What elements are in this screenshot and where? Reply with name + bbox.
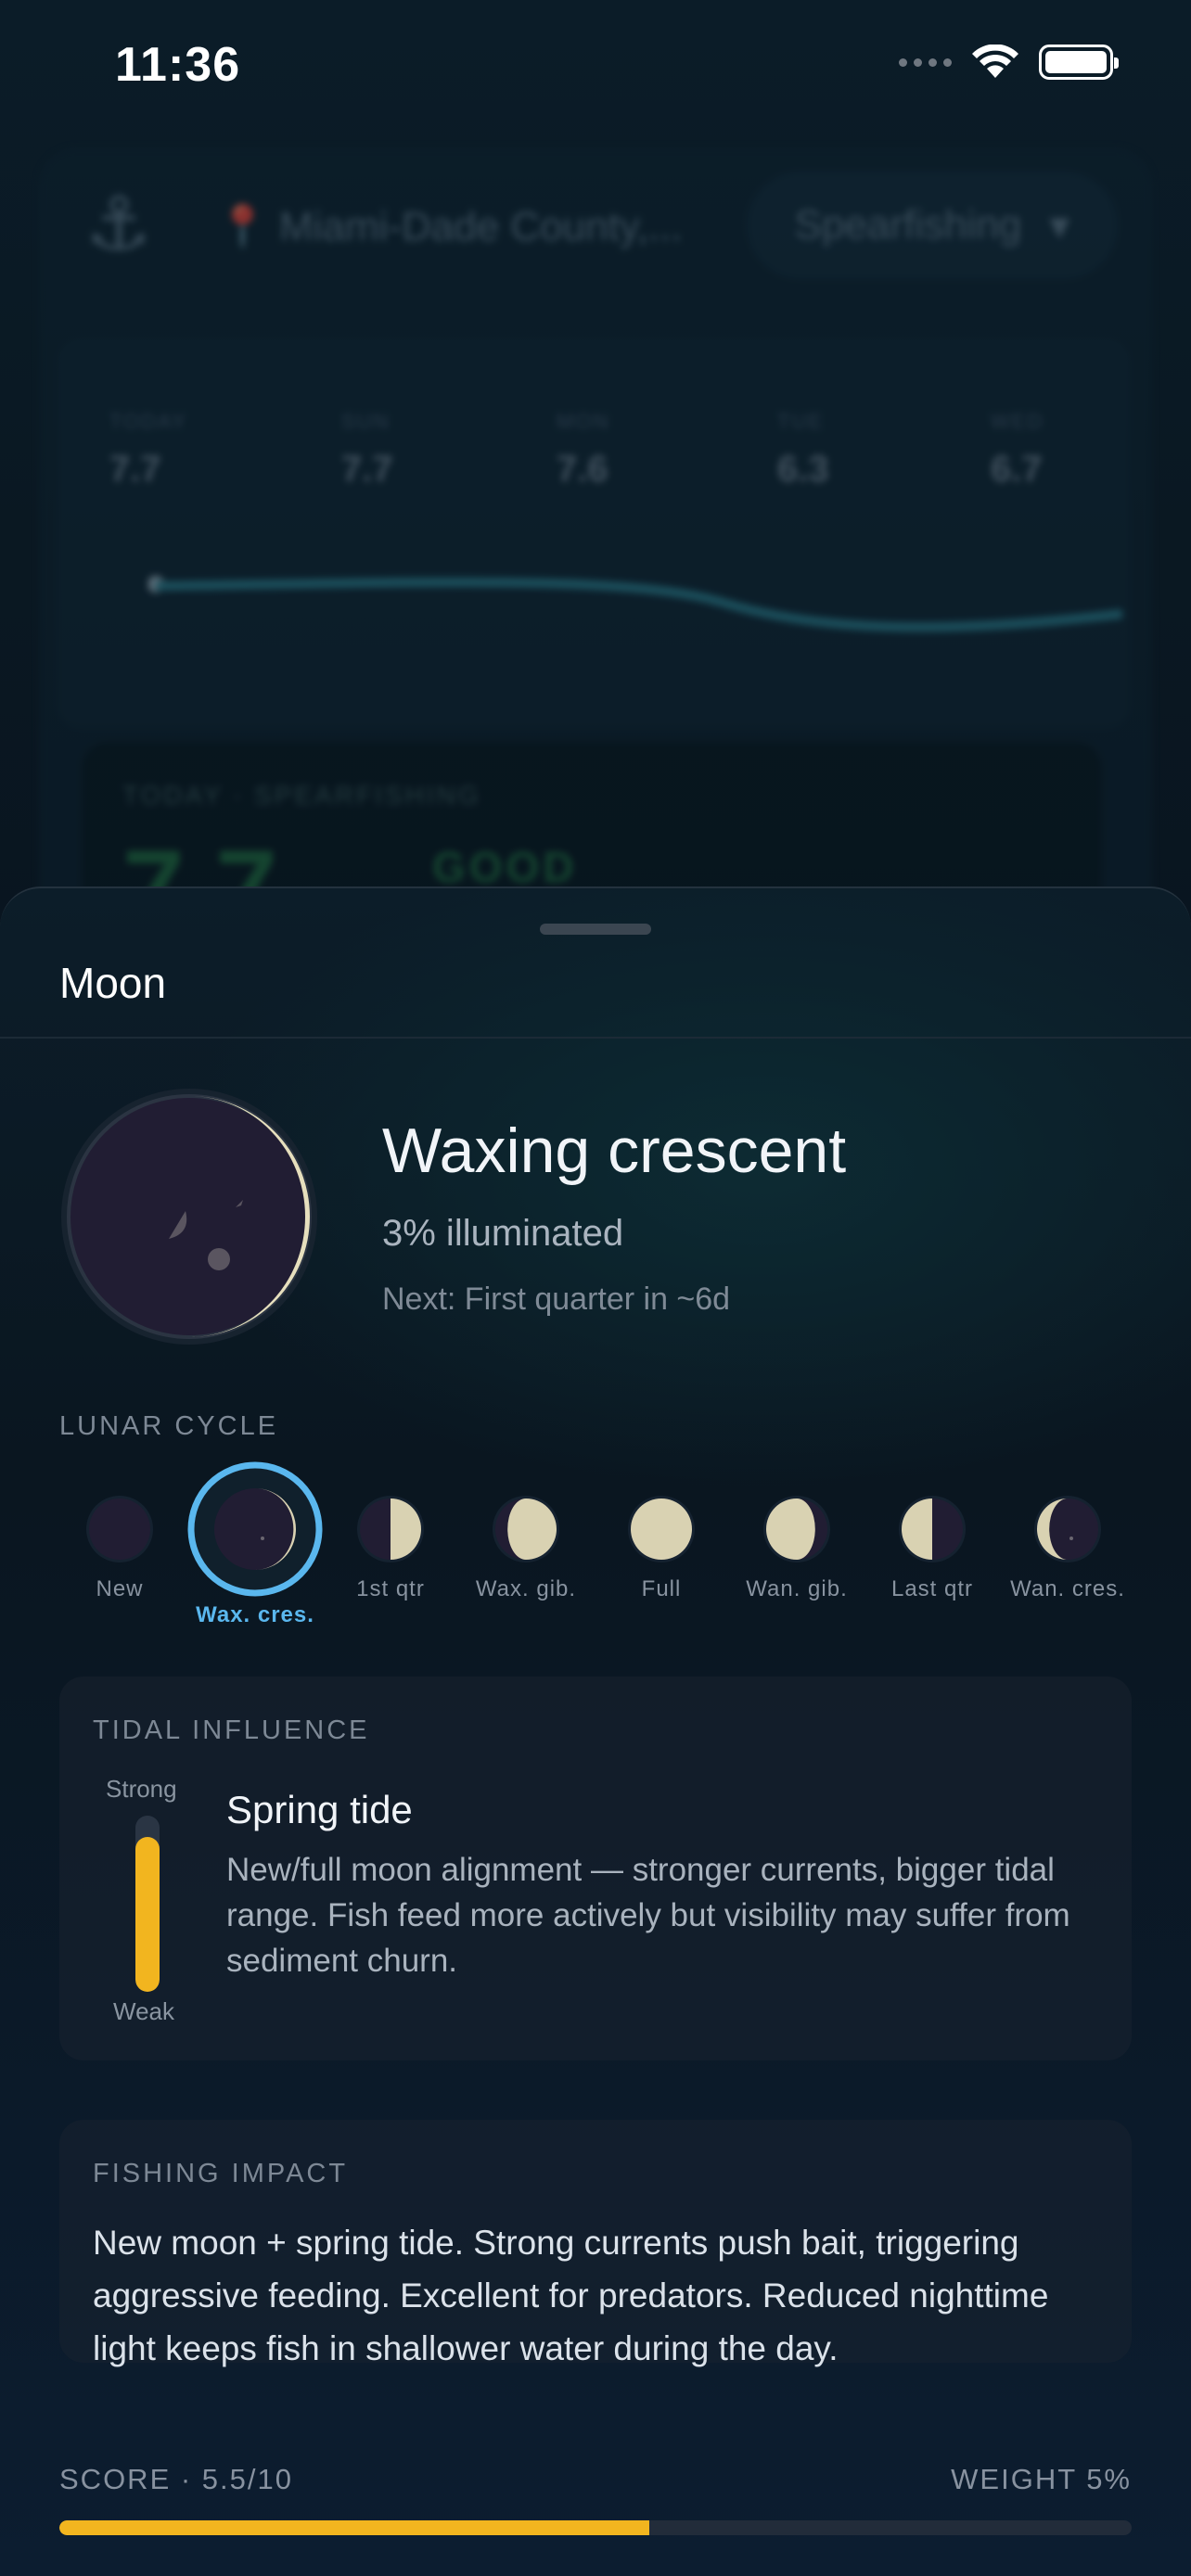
fishing-impact-card: FISHING IMPACT New moon + spring tide. S… (59, 2120, 1132, 2367)
moon-phase-icon (1033, 1495, 1102, 1563)
battery-icon (1039, 45, 1119, 80)
tidal-influence-card: TIDAL INFLUENCE Strong Weak Spring tide … (59, 1677, 1132, 2060)
fishing-impact-text: New moon + spring tide. Strong currents … (93, 2224, 1049, 2367)
background-content: ⚓ 📍 Miami-Dade County,... Spearfishing ▾ … (0, 0, 1191, 964)
moon-phase-icon (356, 1495, 425, 1563)
phase-item[interactable]: Full (594, 1461, 729, 1602)
phase-label: New (96, 1576, 144, 1601)
phase-item[interactable]: Wan. cres. (1000, 1461, 1135, 1602)
status-icons (899, 45, 1119, 80)
moon-phase-illustration (61, 1089, 317, 1345)
forecast-day: MON 7.6 (557, 410, 610, 490)
phase-label: Last qtr (890, 1576, 974, 1601)
tide-description: New/full moon alignment — stronger curre… (226, 1852, 1070, 1979)
tidal-meter (135, 1816, 160, 1992)
phase-label: Wan. cres. (1010, 1576, 1125, 1601)
phase-label: Wax. cres. (196, 1602, 314, 1627)
forecast-day: WED 6.7 (991, 410, 1044, 490)
illumination-text: 3% illuminated (382, 1213, 624, 1254)
moon-phase-icon (492, 1495, 560, 1563)
meter-strong-label: Strong (106, 1775, 177, 1803)
score-bar (59, 2520, 1132, 2535)
sheet-grabber[interactable] (540, 924, 651, 935)
phase-item[interactable]: 1st qtr (323, 1461, 458, 1602)
forecast-trend-line (148, 576, 1122, 632)
phase-item[interactable]: Wax. cres. (187, 1461, 323, 1628)
moon-phase-icon (85, 1495, 154, 1563)
phase-name: Waxing crescent (382, 1116, 847, 1186)
phase-label: 1st qtr (356, 1576, 425, 1601)
moon-sheet: Moon Waxing crescent 3% illuminated Next… (0, 886, 1191, 2576)
signal-icon (899, 57, 952, 67)
location-label: 📍 Miami-Dade County,... (217, 204, 683, 249)
moon-phase-icon (627, 1495, 696, 1563)
sheet-title: Moon (59, 959, 167, 1007)
wifi-icon (972, 45, 1018, 78)
chevron-down-icon: ▾ (1049, 202, 1070, 249)
status-bar: 11:36 (0, 0, 1191, 139)
background-app: ⚓ 📍 Miami-Dade County,... Spearfishing ▾ … (0, 0, 1191, 964)
lunar-cycle-label: LUNAR CYCLE (59, 1411, 279, 1441)
weight-label: WEIGHT 5% (951, 2463, 1132, 2495)
phase-item[interactable]: Wan. gib. (729, 1461, 864, 1602)
meter-weak-label: Weak (113, 1997, 174, 2025)
next-phase-text: Next: First quarter in ~6d (382, 1282, 731, 1317)
status-time: 11:36 (115, 38, 241, 92)
phase-label: Full (641, 1576, 682, 1601)
tidal-influence-label: TIDAL INFLUENCE (93, 1715, 370, 1745)
score-bar-fill (59, 2520, 649, 2535)
divider (0, 1037, 1191, 1039)
today-label: TODAY · SPEARFISHING (122, 781, 481, 810)
app-logo-icon: ⚓ (85, 183, 152, 265)
phase-item[interactable]: Wax. gib. (458, 1461, 594, 1602)
phase-label: Wan. gib. (746, 1576, 848, 1601)
forecast-panel (58, 338, 1130, 728)
score-label: SCORE · 5.5/10 (59, 2463, 293, 2495)
mode-selector[interactable]: Spearfishing ▾ (747, 172, 1118, 279)
moon-phase-icon (187, 1461, 323, 1597)
moon-phase-icon (898, 1495, 967, 1563)
moon-phase-icon (762, 1495, 831, 1563)
phase-item[interactable]: New (52, 1461, 187, 1602)
forecast-day: SUN 7.7 (341, 410, 393, 490)
tidal-meter-fill (135, 1836, 160, 1992)
today-rating: GOOD (432, 843, 578, 891)
forecast-day: TODAY 7.7 (109, 410, 187, 490)
lunar-cycle-strip: New Wax. cres. 1st qtr Wax. gib. Full Wan. gi… (52, 1461, 1146, 1627)
fishing-impact-label: FISHING IMPACT (93, 2159, 349, 2188)
forecast-day: TUE 6.3 (777, 410, 829, 490)
phase-label: Wax. gib. (475, 1576, 577, 1601)
tide-title: Spring tide (226, 1788, 413, 1831)
phase-item[interactable]: Last qtr (864, 1461, 1000, 1602)
